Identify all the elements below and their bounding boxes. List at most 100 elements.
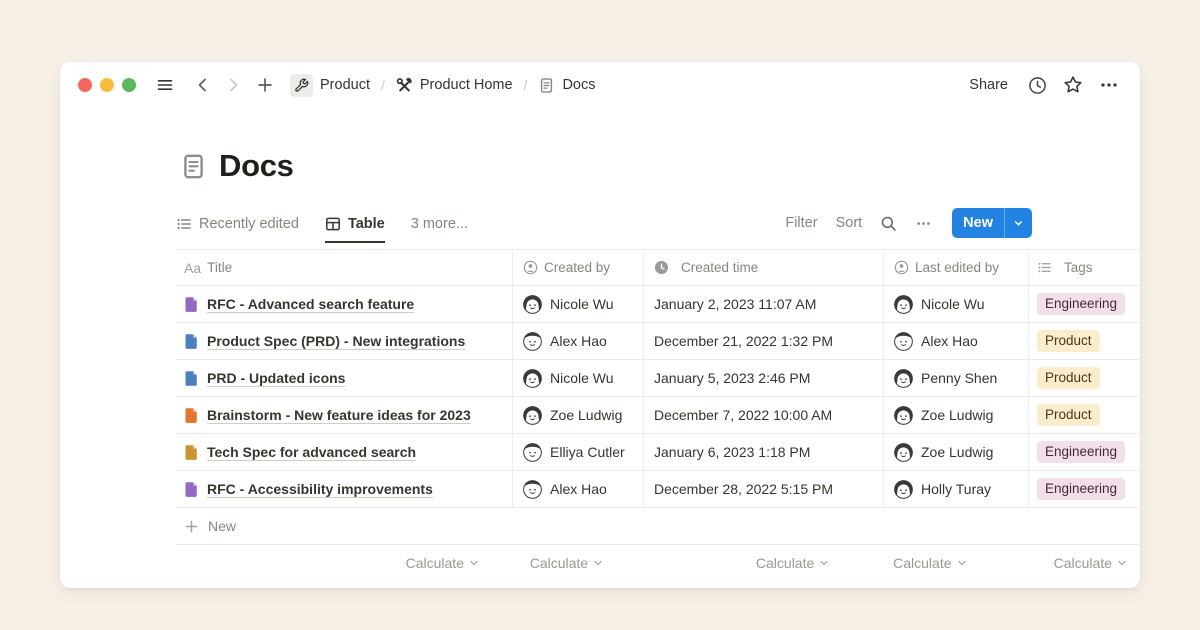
title-cell[interactable]: Brainstorm - New feature ideas for 2023 xyxy=(176,397,512,433)
add-page-icon[interactable] xyxy=(252,72,278,98)
favorite-star-icon[interactable] xyxy=(1060,72,1086,98)
created-time-cell[interactable]: January 2, 2023 11:07 AM xyxy=(643,286,883,322)
chevron-down-icon xyxy=(468,557,480,569)
tags-cell[interactable]: Engineering xyxy=(1028,434,1140,470)
created-by-cell[interactable]: Alex Hao xyxy=(512,471,643,507)
chevron-down-icon[interactable] xyxy=(1004,208,1032,238)
share-button[interactable]: Share xyxy=(963,73,1014,97)
table-row[interactable]: Brainstorm - New feature ideas for 2023 … xyxy=(176,397,1140,434)
avatar xyxy=(894,332,913,351)
tags-cell[interactable]: Engineering xyxy=(1028,286,1140,322)
window-toolbar: Product / Product Home / xyxy=(60,62,1140,108)
created-time-value: December 7, 2022 10:00 AM xyxy=(654,407,832,423)
table-row[interactable]: RFC - Advanced search feature Nicole Wu … xyxy=(176,286,1140,323)
new-row-button[interactable]: New xyxy=(176,508,1140,545)
column-header-created-time[interactable]: Created time xyxy=(643,250,883,285)
last-edited-by-cell[interactable]: Alex Hao xyxy=(883,323,1028,359)
calculate-button-last-edited-by[interactable]: Calculate xyxy=(842,545,979,581)
row-title-link[interactable]: Product Spec (PRD) - New integrations xyxy=(207,333,465,349)
title-cell[interactable]: PRD - Updated icons xyxy=(176,360,512,396)
table-row[interactable]: RFC - Accessibility improvements Alex Ha… xyxy=(176,471,1140,508)
last-edited-by-cell[interactable]: Nicole Wu xyxy=(883,286,1028,322)
row-title-link[interactable]: RFC - Accessibility improvements xyxy=(207,481,433,497)
filter-button[interactable]: Filter xyxy=(785,215,817,231)
app-window: Product / Product Home / xyxy=(60,62,1140,588)
minimize-window-button[interactable] xyxy=(100,78,114,92)
more-options-icon[interactable] xyxy=(1096,72,1122,98)
breadcrumb-label: Product Home xyxy=(420,77,513,93)
tab-recently-edited[interactable]: Recently edited xyxy=(176,216,299,243)
created-by-cell[interactable]: Alex Hao xyxy=(512,323,643,359)
tab-more-views[interactable]: 3 more... xyxy=(411,216,468,243)
tags-cell[interactable]: Product xyxy=(1028,323,1140,359)
breadcrumb-separator: / xyxy=(517,77,535,93)
table-row[interactable]: Product Spec (PRD) - New integrations Al… xyxy=(176,323,1140,360)
clock-icon xyxy=(654,260,669,275)
new-button-label[interactable]: New xyxy=(952,208,1004,238)
new-button[interactable]: New xyxy=(952,208,1032,238)
created-by-cell[interactable]: Nicole Wu xyxy=(512,360,643,396)
page-icon xyxy=(184,333,199,350)
title-cell[interactable]: Product Spec (PRD) - New integrations xyxy=(176,323,512,359)
calculate-button-title[interactable]: Calculate xyxy=(176,545,492,581)
created-time-cell[interactable]: January 6, 2023 1:18 PM xyxy=(643,434,883,470)
close-window-button[interactable] xyxy=(78,78,92,92)
avatar xyxy=(523,443,542,462)
tools-icon xyxy=(396,77,413,94)
menu-icon[interactable] xyxy=(152,72,178,98)
last-edited-by-cell[interactable]: Zoe Ludwig xyxy=(883,434,1028,470)
tags-cell[interactable]: Engineering xyxy=(1028,471,1140,507)
created-time-value: January 6, 2023 1:18 PM xyxy=(654,444,810,460)
back-icon[interactable] xyxy=(190,72,216,98)
updates-clock-icon[interactable] xyxy=(1024,72,1050,98)
column-header-title[interactable]: Aa Title xyxy=(176,250,512,285)
created-time-cell[interactable]: December 7, 2022 10:00 AM xyxy=(643,397,883,433)
last-edited-by-name: Nicole Wu xyxy=(921,296,985,312)
breadcrumb-item-product-home[interactable]: Product Home xyxy=(392,75,517,96)
avatar xyxy=(894,480,913,499)
avatar xyxy=(523,332,542,351)
created-time-cell[interactable]: December 21, 2022 1:32 PM xyxy=(643,323,883,359)
calculate-button-tags[interactable]: Calculate xyxy=(980,545,1141,581)
created-by-name: Alex Hao xyxy=(550,333,607,349)
created-time-cell[interactable]: January 5, 2023 2:46 PM xyxy=(643,360,883,396)
calculate-button-created-time[interactable]: Calculate xyxy=(616,545,842,581)
zoom-window-button[interactable] xyxy=(122,78,136,92)
calculate-button-created-by[interactable]: Calculate xyxy=(492,545,616,581)
column-header-created-by[interactable]: Created by xyxy=(512,250,643,285)
created-by-cell[interactable]: Nicole Wu xyxy=(512,286,643,322)
last-edited-by-name: Holly Turay xyxy=(921,481,991,497)
created-by-cell[interactable]: Zoe Ludwig xyxy=(512,397,643,433)
created-by-cell[interactable]: Elliya Cutler xyxy=(512,434,643,470)
title-cell[interactable]: Tech Spec for advanced search xyxy=(176,434,512,470)
tab-table[interactable]: Table xyxy=(325,216,385,243)
row-title-link[interactable]: Brainstorm - New feature ideas for 2023 xyxy=(207,407,471,423)
tags-cell[interactable]: Product xyxy=(1028,360,1140,396)
breadcrumb-item-docs[interactable]: Docs xyxy=(534,75,599,96)
view-options-icon[interactable] xyxy=(915,215,932,232)
tags-cell[interactable]: Product xyxy=(1028,397,1140,433)
table-row[interactable]: Tech Spec for advanced search Elliya Cut… xyxy=(176,434,1140,471)
row-title-link[interactable]: Tech Spec for advanced search xyxy=(207,444,416,460)
page-title[interactable]: Docs xyxy=(219,148,294,184)
search-icon[interactable] xyxy=(880,215,897,232)
row-title-link[interactable]: RFC - Advanced search feature xyxy=(207,296,414,312)
column-header-last-edited-by[interactable]: Last edited by xyxy=(883,250,1028,285)
title-cell[interactable]: RFC - Accessibility improvements xyxy=(176,471,512,507)
last-edited-by-cell[interactable]: Penny Shen xyxy=(883,360,1028,396)
last-edited-by-cell[interactable]: Zoe Ludwig xyxy=(883,397,1028,433)
column-label: Last edited by xyxy=(915,260,999,275)
page-icon xyxy=(184,407,199,424)
column-header-tags[interactable]: Tags xyxy=(1028,250,1140,285)
breadcrumb-item-product[interactable]: Product xyxy=(286,72,374,99)
last-edited-by-cell[interactable]: Holly Turay xyxy=(883,471,1028,507)
table-row[interactable]: PRD - Updated icons Nicole Wu January 5,… xyxy=(176,360,1140,397)
forward-icon[interactable] xyxy=(220,72,246,98)
created-time-cell[interactable]: December 28, 2022 5:15 PM xyxy=(643,471,883,507)
page-doc-icon[interactable] xyxy=(180,153,207,180)
row-title-link[interactable]: PRD - Updated icons xyxy=(207,370,345,386)
title-cell[interactable]: RFC - Advanced search feature xyxy=(176,286,512,322)
column-label: Title xyxy=(207,260,232,275)
created-by-name: Nicole Wu xyxy=(550,296,614,312)
sort-button[interactable]: Sort xyxy=(836,215,863,231)
